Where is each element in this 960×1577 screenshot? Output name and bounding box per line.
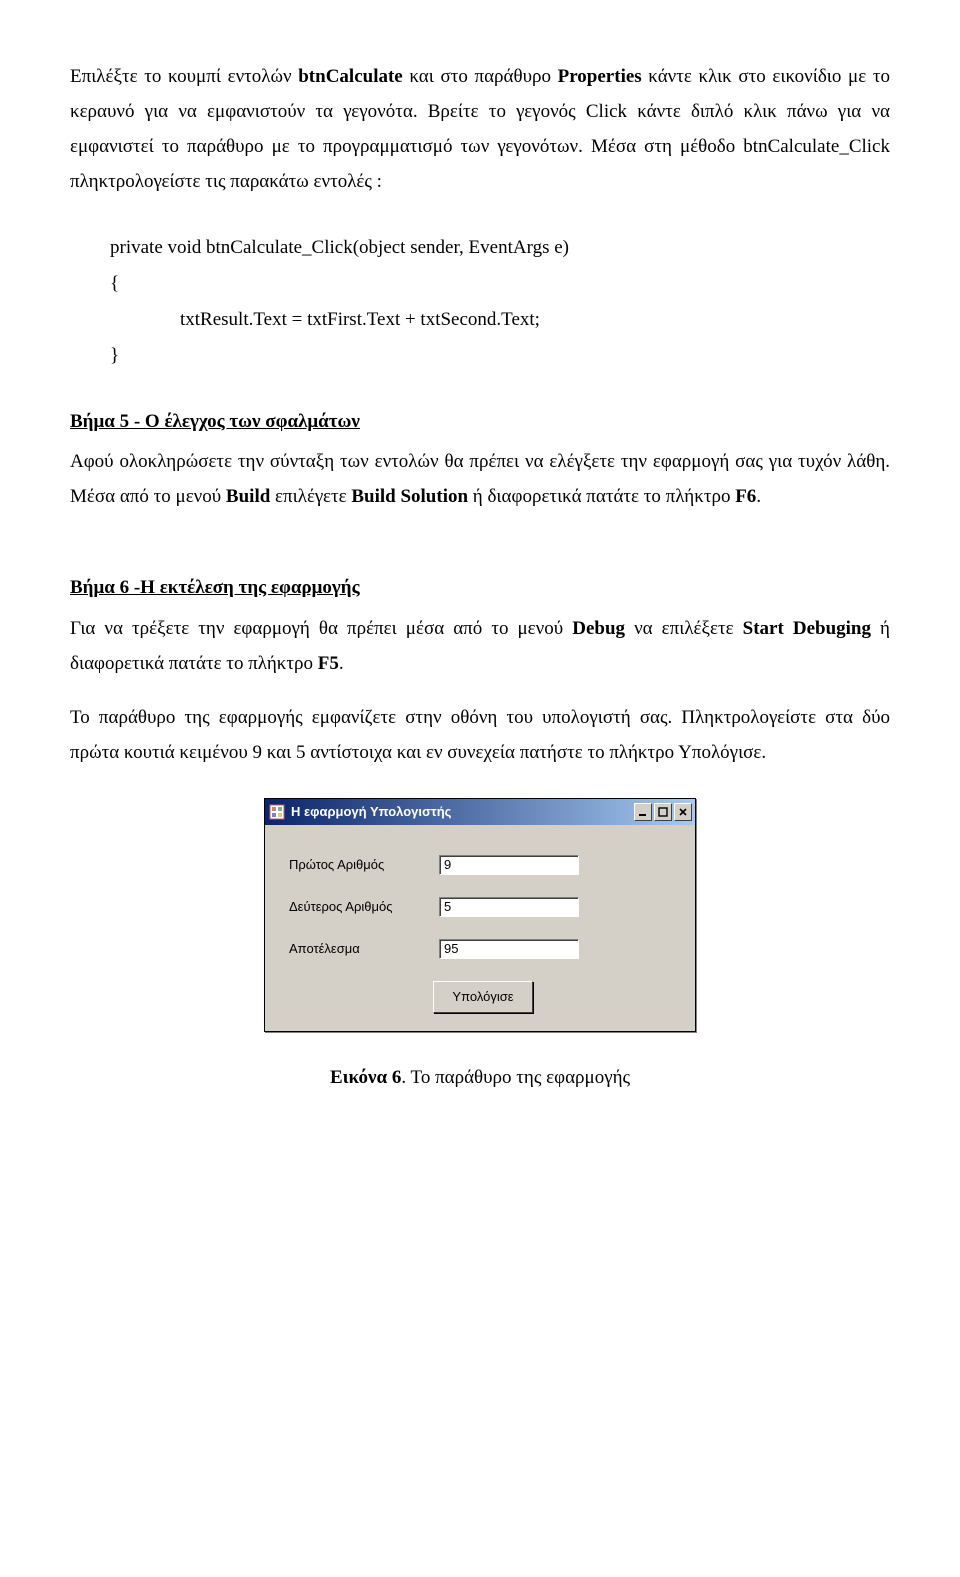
minimize-button[interactable] (634, 803, 652, 821)
input-result[interactable]: 95 (439, 939, 579, 959)
maximize-icon (658, 807, 668, 817)
step-6-heading: Βήμα 6 -Η εκτέλεση της εφαρμογής (70, 570, 890, 605)
text: να επιλέξετε (625, 618, 743, 639)
menu-ref: Start Debuging (743, 618, 871, 639)
row-second-number: Δεύτερος Αριθμός 5 (289, 895, 677, 919)
text: Επιλέξτε το κουμπί εντολών (70, 66, 298, 87)
text: ή διαφορετικά πατάτε το πλήκτρο (468, 486, 735, 507)
row-result: Αποτέλεσμα 95 (289, 937, 677, 961)
window-title: Η εφαρμογή Υπολογιστής (291, 800, 634, 824)
step-6-body-1: Για να τρέξετε την εφαρμογή θα πρέπει μέ… (70, 611, 890, 681)
code-line: txtResult.Text = txtFirst.Text + txtSeco… (110, 302, 890, 338)
button-row: Υπολόγισε (289, 981, 677, 1013)
step-5-body: Αφού ολοκληρώσετε την σύνταξη των εντολώ… (70, 444, 890, 514)
label-result: Αποτέλεσμα (289, 937, 439, 961)
code-line: } (110, 345, 119, 366)
form-body: Πρώτος Αριθμός 9 Δεύτερος Αριθμός 5 Αποτ… (265, 825, 695, 1031)
figure-caption: Εικόνα 6. Το παράθυρο της εφαρμογής (70, 1060, 890, 1095)
calculate-button[interactable]: Υπολόγισε (433, 981, 532, 1013)
code-line: { (110, 273, 119, 294)
screenshot-wrapper: Η εφαρμογή Υπολογιστής Πρώτος Αριθμός (70, 798, 890, 1032)
close-icon (678, 807, 688, 817)
menu-ref: Debug (572, 618, 625, 639)
title-bar: Η εφαρμογή Υπολογιστής (265, 799, 695, 825)
app-window: Η εφαρμογή Υπολογιστής Πρώτος Αριθμός (264, 798, 696, 1032)
input-second[interactable]: 5 (439, 897, 579, 917)
close-button[interactable] (674, 803, 692, 821)
text: Το παράθυρο της εφαρμογής εμφανίζετε στη… (70, 707, 890, 763)
label-first: Πρώτος Αριθμός (289, 853, 439, 877)
maximize-button[interactable] (654, 803, 672, 821)
input-first[interactable]: 9 (439, 855, 579, 875)
text: Για να τρέξετε την εφαρμογή θα πρέπει μέ… (70, 618, 572, 639)
document-page: Επιλέξτε το κουμπί εντολών btnCalculate … (0, 0, 960, 1144)
paragraph-intro: Επιλέξτε το κουμπί εντολών btnCalculate … (70, 59, 890, 200)
app-icon (269, 804, 285, 820)
step-5-heading: Βήμα 5 - Ο έλεγχος των σφαλμάτων (70, 404, 890, 439)
caption-text: . Το παράθυρο της εφαρμογής (401, 1067, 630, 1088)
text: και στο παράθυρο (403, 66, 558, 87)
properties-ref: Properties (558, 66, 642, 87)
window-controls (634, 803, 692, 821)
row-first-number: Πρώτος Αριθμός 9 (289, 853, 677, 877)
heading-text: Βήμα 6 -Η εκτέλεση της εφαρμογής (70, 577, 360, 598)
code-block: private void btnCalculate_Click(object s… (110, 230, 890, 374)
text: . (339, 653, 344, 674)
menu-ref: Build Solution (351, 486, 468, 507)
text: . (756, 486, 761, 507)
caption-label: Εικόνα 6 (330, 1067, 401, 1088)
step-6-body-2: Το παράθυρο της εφαρμογής εμφανίζετε στη… (70, 700, 890, 770)
code-ref: btnCalculate (298, 66, 403, 87)
minimize-icon (638, 807, 648, 817)
label-second: Δεύτερος Αριθμός (289, 895, 439, 919)
menu-ref: Build (226, 486, 270, 507)
key-ref: F6 (735, 486, 756, 507)
text: επιλέγετε (270, 486, 351, 507)
heading-text: Βήμα 5 - Ο έλεγχος των σφαλμάτων (70, 411, 360, 432)
code-line: private void btnCalculate_Click(object s… (110, 237, 569, 258)
key-ref: F5 (318, 653, 339, 674)
